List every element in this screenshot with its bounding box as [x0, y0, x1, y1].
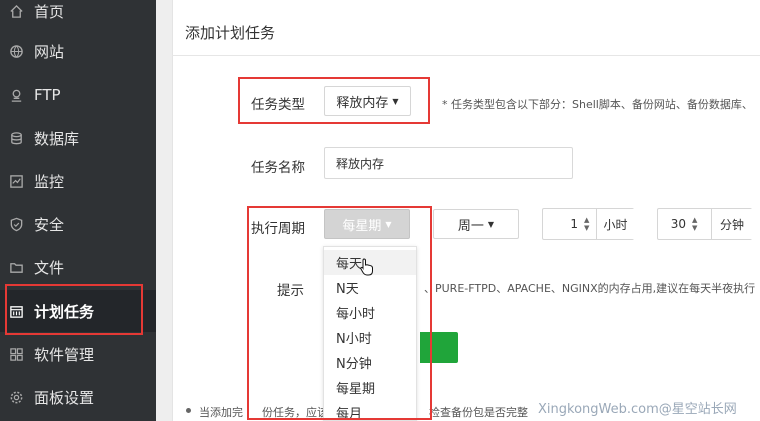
sidebar-item-security[interactable]: 安全: [0, 203, 156, 245]
content-gutter: [156, 0, 172, 421]
page-title: 添加计划任务: [185, 24, 276, 42]
task-type-highlight: [238, 77, 430, 124]
sidebar-item-database[interactable]: 数据库: [0, 117, 156, 159]
sidebar-item-home[interactable]: 首页: [0, 0, 156, 32]
task-type-hint: * 任务类型包含以下部分：Shell脚本、备份网站、备份数据库、: [442, 98, 753, 111]
watermark: XingkongWeb.com@星空站长网: [538, 402, 737, 417]
sidebar-item-settings[interactable]: 面板设置: [0, 376, 156, 418]
globe-icon: [8, 43, 24, 59]
home-icon: [8, 3, 24, 19]
sidebar-item-label: 数据库: [34, 129, 80, 148]
sidebar-item-label: 文件: [34, 258, 65, 277]
footer-note-left: 当添加完: [199, 406, 243, 419]
minute-unit: 分钟: [711, 209, 752, 239]
hour-input[interactable]: 1 ▲ ▼ 小时: [542, 208, 634, 240]
sidebar-item-label: 监控: [34, 172, 65, 191]
tip-text: 、PURE-FTPD、APACHE、NGINX的内存占用,建议在每天半夜执行: [424, 282, 756, 295]
apps-icon: [8, 346, 24, 362]
sidebar-item-label: 软件管理: [34, 345, 95, 364]
bullet-icon: [186, 408, 191, 413]
folder-icon: [8, 259, 24, 275]
shield-icon: [8, 216, 24, 232]
hour-unit: 小时: [596, 209, 634, 239]
ftp-icon: [8, 87, 24, 103]
minute-input[interactable]: 30 ▲ ▼ 分钟: [657, 208, 752, 240]
footer-note-right: 检查备份包是否完整: [429, 406, 528, 419]
weekday-select[interactable]: 周一 ▼: [433, 209, 519, 239]
gear-icon: [8, 389, 24, 405]
cycle-highlight: [247, 206, 432, 420]
sidebar-item-websites[interactable]: 网站: [0, 30, 156, 72]
title-divider: [172, 55, 760, 56]
sidebar-item-label: 安全: [34, 215, 65, 234]
monitor-icon: [8, 173, 24, 189]
database-icon: [8, 130, 24, 146]
sidebar-item-monitor[interactable]: 监控: [0, 160, 156, 202]
sidebar-item-ftp[interactable]: FTP: [0, 74, 156, 116]
spinner-arrows-icon[interactable]: ▲ ▼: [584, 216, 589, 232]
weekday-value: 周一: [457, 218, 484, 234]
sidebar-item-software[interactable]: 软件管理: [0, 333, 156, 375]
sidebar-item-label: FTP: [34, 86, 61, 104]
sidebar-item-label: 网站: [34, 42, 65, 61]
sidebar: 首页 网站 FTP 数据库 监控 安全 文件 计划任务 软件管理 面板设置: [0, 0, 156, 421]
cron-menu-highlight: [5, 284, 143, 335]
hour-value: 1: [570, 217, 578, 231]
task-name-label: 任务名称: [251, 160, 305, 176]
spinner-arrows-icon[interactable]: ▲ ▼: [692, 216, 697, 232]
sidebar-item-label: 面板设置: [34, 388, 95, 407]
sidebar-item-label: 首页: [34, 2, 65, 21]
caret-down-icon: ▼: [487, 219, 495, 229]
task-name-input[interactable]: [324, 147, 573, 179]
sidebar-item-files[interactable]: 文件: [0, 246, 156, 288]
minute-value: 30: [670, 217, 686, 231]
